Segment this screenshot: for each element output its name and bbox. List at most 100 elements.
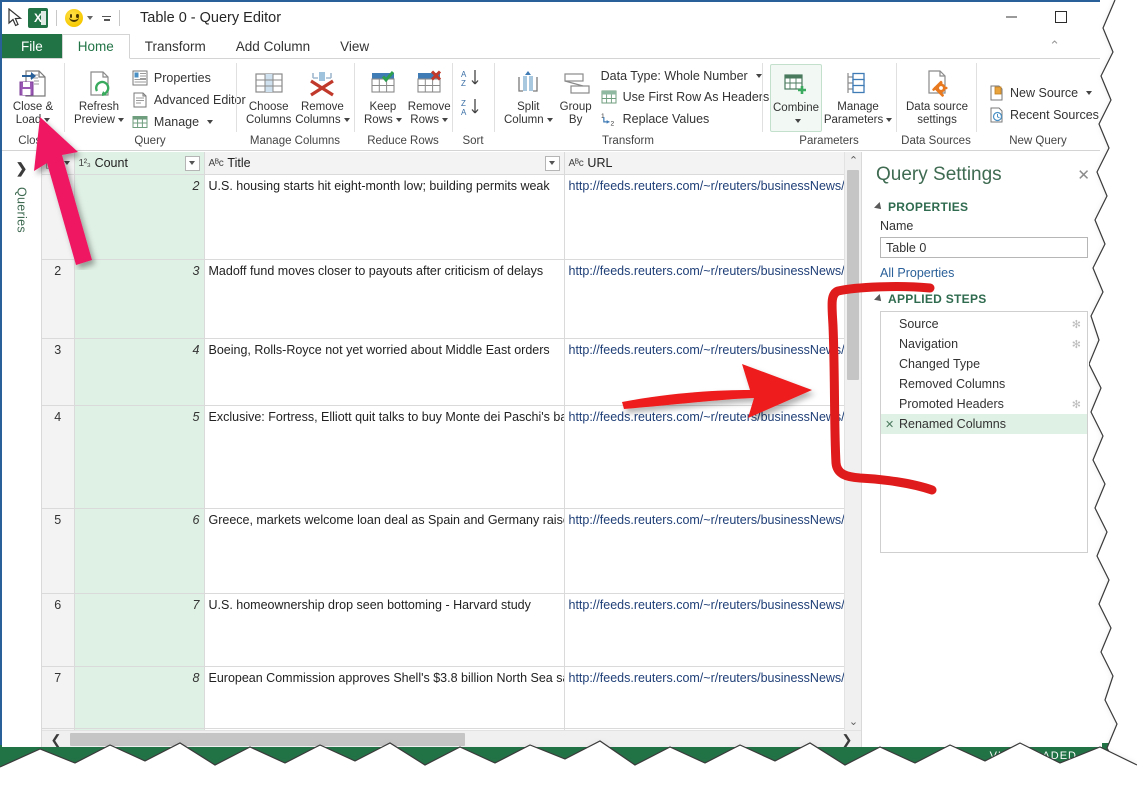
collapse-triangle-icon-2[interactable] — [874, 294, 884, 304]
split-column-dropdown-icon[interactable] — [547, 118, 553, 122]
vertical-scroll-thumb[interactable] — [847, 170, 859, 380]
cell-count[interactable]: 2 — [74, 175, 204, 260]
chevron-right-icon[interactable]: ❯ — [16, 160, 28, 177]
cell-title[interactable]: Madoff fund moves closer to payouts afte… — [204, 260, 564, 339]
scroll-left-icon[interactable]: ❮ — [44, 731, 68, 747]
queries-pane-collapsed[interactable]: ❯ Queries — [2, 152, 42, 747]
cell-count[interactable]: 7 — [74, 594, 204, 667]
choose-columns-button[interactable]: Choose Columns — [244, 64, 293, 130]
tab-add-column[interactable]: Add Column — [221, 34, 325, 58]
cell-url[interactable]: http://feeds.reuters.com/~r/reuters/busi… — [564, 175, 844, 260]
applied-steps-list[interactable]: Source ✻ Navigation ✻ Changed Type — [880, 311, 1088, 553]
refresh-preview-button[interactable]: Refresh Preview — [72, 64, 126, 130]
gear-icon[interactable]: ✻ — [1072, 318, 1081, 331]
name-input[interactable]: Table 0 — [880, 237, 1088, 258]
data-type-button[interactable]: Data Type: Whole Number — [597, 67, 788, 85]
tab-view[interactable]: View — [325, 34, 384, 58]
remove-rows-dropdown-icon[interactable] — [442, 118, 448, 122]
scroll-right-icon[interactable]: ❯ — [835, 731, 859, 747]
split-column-button[interactable]: Split Column — [502, 64, 555, 130]
sort-ascending-button[interactable]: A Z — [460, 68, 486, 93]
applied-step-removed-columns[interactable]: Removed Columns — [881, 374, 1087, 394]
data-preview-grid[interactable]: 1²₃ Count Aᴮᴄ Title — [42, 152, 862, 747]
keep-rows-dropdown-icon[interactable] — [396, 118, 402, 122]
properties-button[interactable]: Properties — [128, 67, 250, 88]
table-row[interactable]: 6 7 U.S. homeownership drop seen bottomi… — [42, 594, 844, 667]
cell-title[interactable]: U.S. housing starts hit eight-month low;… — [204, 175, 564, 260]
manage-parameters-dropdown-icon[interactable] — [886, 118, 892, 122]
table-row[interactable]: 1 2 U.S. housing starts hit eight-month … — [42, 175, 844, 260]
remove-columns-button[interactable]: Remove Columns — [295, 64, 349, 130]
maximize-button[interactable] — [1050, 6, 1072, 28]
select-all-dropdown-icon[interactable] — [64, 161, 70, 165]
column-header-title[interactable]: Aᴮᴄ Title — [204, 152, 564, 175]
cell-url[interactable]: http://feeds.reuters.com/~r/reuters/busi… — [564, 594, 844, 667]
manage-button[interactable]: Manage — [128, 111, 250, 132]
all-properties-link[interactable]: All Properties — [880, 266, 1088, 280]
close-icon[interactable]: ✕ — [1077, 166, 1090, 184]
new-source-button[interactable]: New Source — [984, 82, 1117, 103]
cell-url[interactable]: http://feeds.reuters.com/~r/reuters/busi… — [564, 339, 844, 406]
recent-sources-button[interactable]: Recent Sources — [984, 104, 1117, 125]
advanced-editor-button[interactable]: Advanced Editor — [128, 89, 250, 110]
cell-url[interactable]: http://feeds.reuters.com/~r/reuters/busi… — [564, 667, 844, 729]
tab-home[interactable]: Home — [62, 34, 130, 59]
sort-descending-button[interactable]: Z A — [460, 97, 486, 122]
gear-icon[interactable]: ✻ — [1072, 398, 1081, 411]
table-row[interactable]: 2 3 Madoff fund moves closer to payouts … — [42, 260, 844, 339]
cell-url[interactable]: http://feeds.reuters.com/~r/reuters/busi… — [564, 509, 844, 594]
column-header-count[interactable]: 1²₃ Count — [74, 152, 204, 175]
cell-count[interactable]: 6 — [74, 509, 204, 594]
recent-sources-dropdown-icon[interactable] — [1107, 113, 1113, 117]
cell-count[interactable]: 4 — [74, 339, 204, 406]
cell-count[interactable]: 3 — [74, 260, 204, 339]
replace-values-button[interactable]: 1 2 Replace Values — [597, 108, 788, 129]
column-header-url[interactable]: Aᴮᴄ URL — [564, 152, 844, 175]
cell-title[interactable]: Boeing, Rolls-Royce not yet worried abou… — [204, 339, 564, 406]
tab-file[interactable]: File — [2, 34, 62, 58]
cell-title[interactable]: Greece, markets welcome loan deal as Spa… — [204, 509, 564, 594]
close-and-load-button[interactable]: Close & Load — [10, 64, 56, 130]
applied-step-source[interactable]: Source ✻ — [881, 314, 1087, 334]
table-row[interactable]: 3 4 Boeing, Rolls-Royce not yet worried … — [42, 339, 844, 406]
gear-icon[interactable]: ✻ — [1072, 338, 1081, 351]
table-row[interactable]: 5 6 Greece, markets welcome loan deal as… — [42, 509, 844, 594]
keep-rows-button[interactable]: Keep Rows — [362, 64, 404, 130]
combine-button[interactable]: Combine — [770, 64, 822, 132]
data-type-dropdown-icon[interactable] — [756, 74, 762, 78]
title-filter-button[interactable] — [545, 156, 560, 171]
remove-rows-button[interactable]: Remove Rows — [406, 64, 453, 130]
applied-step-promoted-headers[interactable]: Promoted Headers ✻ — [881, 394, 1087, 414]
refresh-preview-dropdown-icon[interactable] — [118, 118, 124, 122]
table-row[interactable]: 4 5 Exclusive: Fortress, Elliott quit ta… — [42, 406, 844, 509]
select-all-header[interactable] — [42, 152, 74, 175]
remove-columns-dropdown-icon[interactable] — [344, 118, 350, 122]
scroll-up-icon[interactable]: ⌃ — [845, 152, 862, 169]
minimize-button[interactable] — [1000, 6, 1022, 28]
use-first-row-as-headers-button[interactable]: Use First Row As Headers — [597, 86, 788, 107]
cell-count[interactable]: 5 — [74, 406, 204, 509]
cell-title[interactable]: Exclusive: Fortress, Elliott quit talks … — [204, 406, 564, 509]
manage-dropdown-icon[interactable] — [207, 120, 213, 124]
scroll-down-icon[interactable]: ⌄ — [845, 713, 862, 730]
collapse-triangle-icon[interactable] — [874, 202, 884, 212]
properties-section-header[interactable]: PROPERTIES — [876, 200, 1088, 214]
cell-url[interactable]: http://feeds.reuters.com/~r/reuters/busi… — [564, 406, 844, 509]
manage-parameters-button[interactable]: Manage Parameters — [824, 64, 892, 130]
table-row[interactable]: 7 8 European Commission approves Shell's… — [42, 667, 844, 729]
cell-count[interactable]: 8 — [74, 667, 204, 729]
cell-title[interactable]: European Commission approves Shell's $3.… — [204, 667, 564, 729]
tab-transform[interactable]: Transform — [130, 34, 221, 58]
smiley-icon[interactable] — [65, 9, 83, 27]
smiley-dropdown-icon[interactable] — [87, 16, 93, 20]
new-source-dropdown-icon[interactable] — [1086, 91, 1092, 95]
step-delete-icon[interactable]: ✕ — [885, 418, 899, 431]
close-and-load-dropdown-icon[interactable] — [44, 118, 50, 122]
group-by-button[interactable]: Group By — [557, 64, 595, 130]
count-filter-button[interactable] — [185, 156, 200, 171]
cell-title[interactable]: U.S. homeownership drop seen bottoming -… — [204, 594, 564, 667]
combine-dropdown-icon[interactable] — [795, 119, 801, 123]
grid-horizontal-scrollbar[interactable]: ❮ ❯ — [42, 730, 861, 747]
applied-step-changed-type[interactable]: Changed Type — [881, 354, 1087, 374]
applied-steps-section-header[interactable]: APPLIED STEPS — [876, 292, 1088, 306]
